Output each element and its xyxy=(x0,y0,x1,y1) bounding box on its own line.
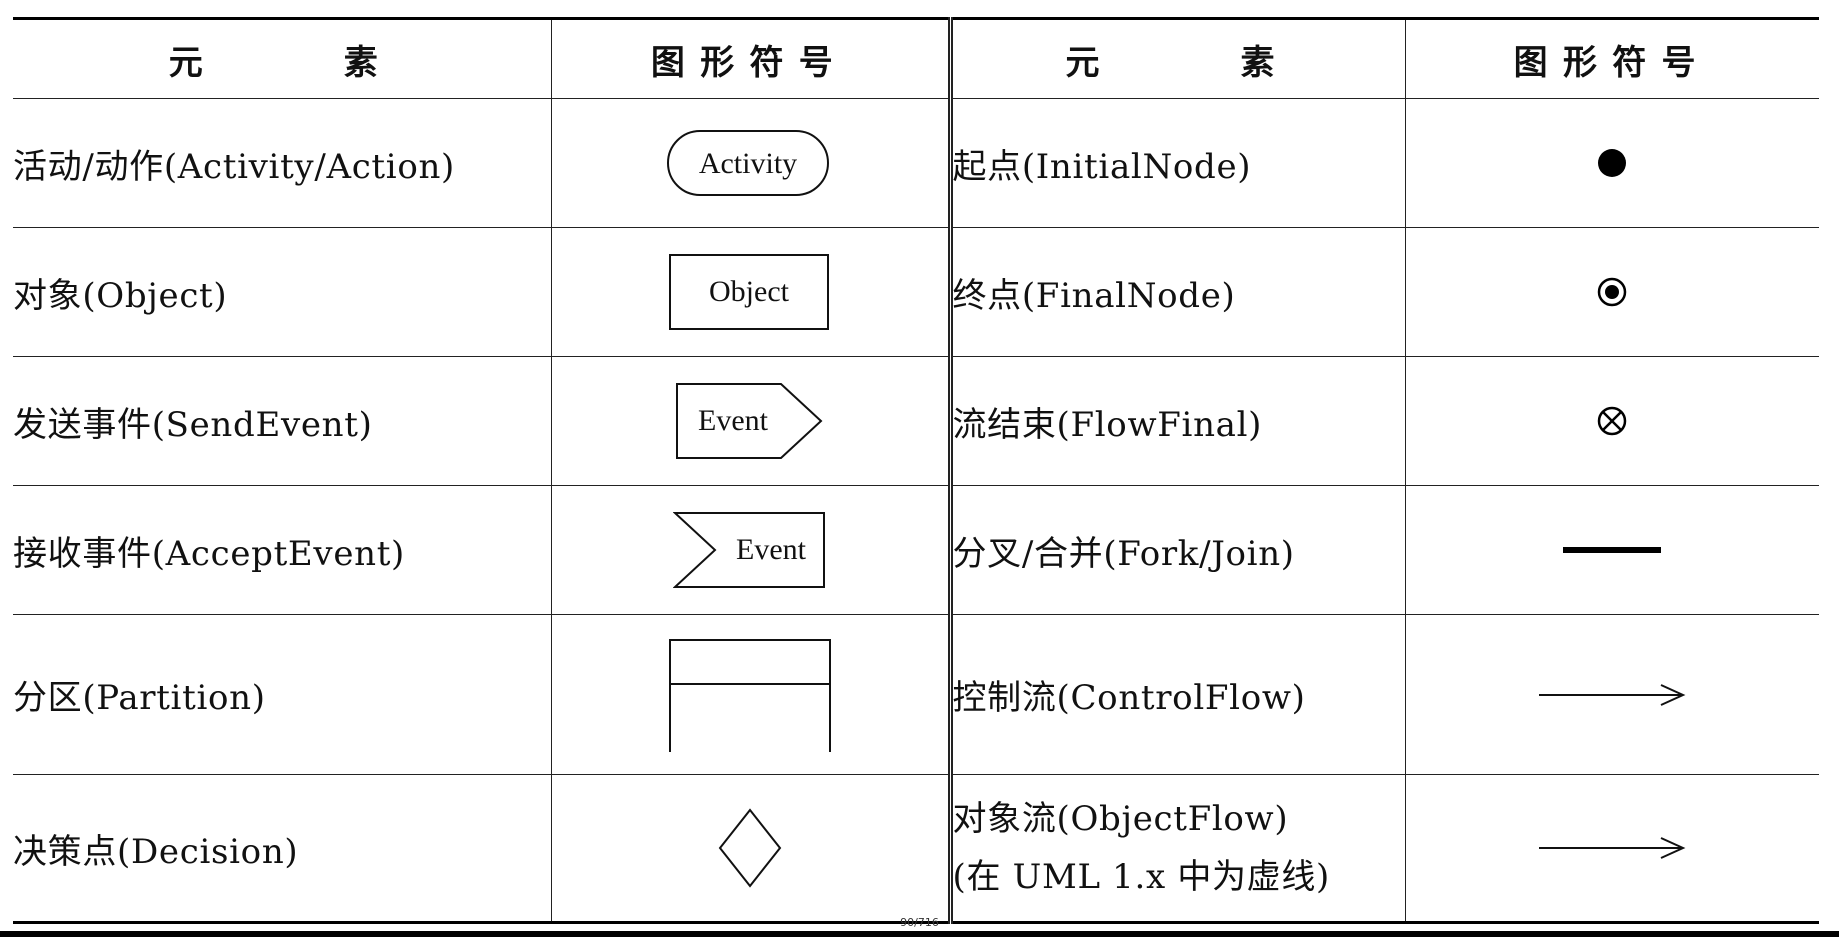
flow-final-circled-x-icon xyxy=(1598,406,1627,436)
activity-symbol-label: Activity xyxy=(698,147,796,180)
symbol-cell-flow-final xyxy=(1405,356,1819,486)
header-symbol-left: 图形符号 xyxy=(551,18,953,99)
accept-event-notched-rect-icon: Event xyxy=(672,512,825,588)
symbol-cell-object: Object xyxy=(551,227,953,357)
send-event-pentagon-icon: Event xyxy=(675,383,822,459)
initial-node-filled-circle-icon xyxy=(1598,149,1627,177)
symbol-cell-initial-node xyxy=(1405,98,1819,228)
table-row: 发送事件(SendEvent) Event 流结束(FlowFinal) xyxy=(13,356,1819,486)
element-initial-node: 起点(InitialNode) xyxy=(950,98,1406,228)
table-row: 分区(Partition) 控制流(ControlFlow) xyxy=(13,614,1819,775)
bottom-bar xyxy=(0,931,1839,937)
uml-activity-elements-table: 元 素 图形符号 元 素 图形符号 活动/动作(Activity/Action)… xyxy=(13,17,1819,924)
header-row: 元 素 图形符号 元 素 图形符号 xyxy=(13,18,1819,99)
symbol-cell-decision xyxy=(551,774,953,923)
fork-join-bar-icon xyxy=(1563,547,1662,553)
element-control-flow: 控制流(ControlFlow) xyxy=(950,614,1406,775)
symbol-cell-send-event: Event xyxy=(551,356,953,486)
element-accept-event: 接收事件(AcceptEvent) xyxy=(13,485,552,615)
final-node-bullseye-icon xyxy=(1598,277,1627,307)
symbol-cell-final-node xyxy=(1405,227,1819,357)
symbol-cell-activity: Activity xyxy=(551,98,953,228)
element-object-flow-line2: (在 UML 1.x 中为虚线) xyxy=(952,857,1330,897)
partition-swimlane-icon xyxy=(668,638,831,752)
symbol-cell-fork-join xyxy=(1405,485,1819,615)
table-row: 决策点(Decision) 对象流(ObjectFlow) (在 UML 1.x… xyxy=(13,774,1819,923)
accept-event-symbol-label: Event xyxy=(736,533,807,566)
element-flow-final: 流结束(FlowFinal) xyxy=(950,356,1406,486)
header-element-left: 元 素 xyxy=(13,18,552,99)
symbol-cell-accept-event: Event xyxy=(551,485,953,615)
element-object-flow-line1: 对象流(ObjectFlow) xyxy=(952,799,1289,839)
element-decision: 决策点(Decision) xyxy=(13,774,552,923)
element-fork-join: 分叉/合并(Fork/Join) xyxy=(950,485,1406,615)
symbol-cell-control-flow xyxy=(1405,614,1819,775)
header-symbol-right: 图形符号 xyxy=(1405,18,1819,99)
element-object-flow: 对象流(ObjectFlow) (在 UML 1.x 中为虚线) xyxy=(950,774,1406,923)
activity-rounded-rect-icon: Activity xyxy=(666,130,829,196)
object-symbol-label: Object xyxy=(709,275,790,308)
table-row: 对象(Object) Object 终点(FinalNode) xyxy=(13,227,1819,357)
symbol-cell-object-flow xyxy=(1405,775,1819,923)
table-row: 活动/动作(Activity/Action) Activity 起点(Initi… xyxy=(13,98,1819,228)
element-activity: 活动/动作(Activity/Action) xyxy=(13,98,552,228)
decision-diamond-icon xyxy=(718,808,781,888)
object-rect-icon: Object xyxy=(668,254,829,330)
control-flow-arrow-icon xyxy=(1539,683,1686,706)
object-flow-arrow-icon xyxy=(1539,837,1686,859)
send-event-symbol-label: Event xyxy=(698,404,769,437)
page-indicator: 90/716 xyxy=(900,916,939,929)
element-object: 对象(Object) xyxy=(13,227,552,357)
header-element-right: 元 素 xyxy=(950,18,1406,99)
element-partition: 分区(Partition) xyxy=(13,614,552,775)
table-row: 接收事件(AcceptEvent) Event 分叉/合并(Fork/Join) xyxy=(13,485,1819,615)
element-send-event: 发送事件(SendEvent) xyxy=(13,356,552,486)
element-final-node: 终点(FinalNode) xyxy=(950,227,1406,357)
symbol-cell-partition xyxy=(551,614,953,775)
